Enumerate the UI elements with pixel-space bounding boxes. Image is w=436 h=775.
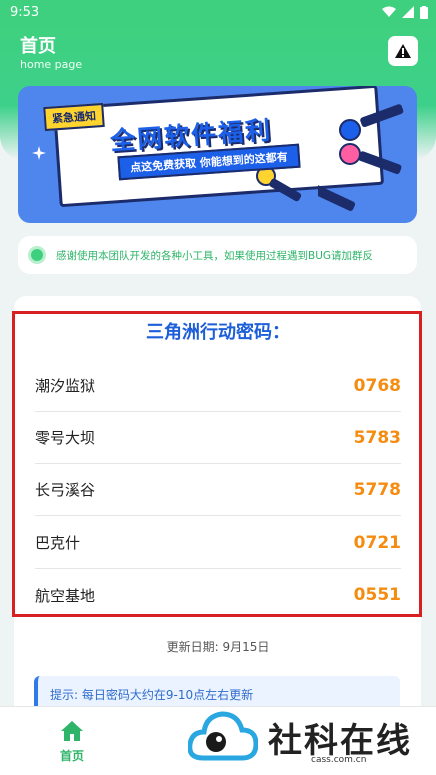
notice-dot-icon bbox=[28, 246, 46, 264]
code-row[interactable]: 长弓溪谷 5778 bbox=[35, 464, 401, 516]
map-code: 0551 bbox=[353, 585, 401, 605]
warning-triangle-icon bbox=[395, 44, 411, 58]
status-bar: 9:53 bbox=[0, 0, 436, 24]
wifi-icon bbox=[382, 6, 396, 17]
watermark-url: cass.com.cn bbox=[311, 755, 367, 765]
code-row[interactable]: 巴克什 0721 bbox=[35, 517, 401, 569]
sparkle-icon bbox=[32, 146, 46, 160]
status-time: 9:53 bbox=[10, 4, 40, 20]
status-icons bbox=[382, 5, 428, 19]
map-code: 0768 bbox=[353, 375, 401, 396]
notice-bar[interactable]: 感谢使用本团队开发的各种小工具，如果使用过程遇到BUG请加群反 bbox=[18, 236, 417, 274]
codes-title: 三角洲行动密码： bbox=[146, 322, 290, 343]
home-icon bbox=[61, 721, 83, 741]
page-subtitle: home page bbox=[20, 58, 83, 71]
map-code: 0721 bbox=[353, 532, 401, 553]
map-code: 5783 bbox=[353, 427, 401, 448]
update-date: 更新日期: 9月15日 bbox=[166, 640, 270, 654]
microphone-icon bbox=[256, 166, 302, 202]
cloud-logo-icon bbox=[188, 710, 258, 760]
map-name: 长弓溪谷 bbox=[35, 481, 96, 499]
map-code: 5778 bbox=[353, 479, 401, 500]
map-name: 潮汐监狱 bbox=[35, 377, 96, 395]
page-title: 首页 bbox=[20, 36, 56, 57]
code-row[interactable]: 零号大坝 5783 bbox=[35, 412, 401, 464]
notice-text: 感谢使用本团队开发的各种小工具，如果使用过程遇到BUG请加群反 bbox=[56, 249, 374, 262]
signal-icon bbox=[402, 6, 414, 18]
map-name: 零号大坝 bbox=[35, 429, 96, 447]
tab-home[interactable]: 首页 bbox=[44, 721, 100, 764]
app-logo-button[interactable] bbox=[388, 36, 418, 66]
microphone-icon bbox=[318, 104, 404, 211]
tab-home-label: 首页 bbox=[59, 749, 84, 763]
banner-badge: 紧急通知 bbox=[43, 102, 105, 132]
battery-icon bbox=[420, 5, 428, 19]
watermark: 社科在线 cass.com.cn bbox=[188, 700, 436, 775]
map-name: 航空基地 bbox=[35, 586, 96, 605]
map-name: 巴克什 bbox=[35, 534, 81, 552]
code-row[interactable]: 潮汐监狱 0768 bbox=[35, 360, 401, 412]
code-row[interactable]: 航空基地 0551 bbox=[35, 569, 401, 621]
